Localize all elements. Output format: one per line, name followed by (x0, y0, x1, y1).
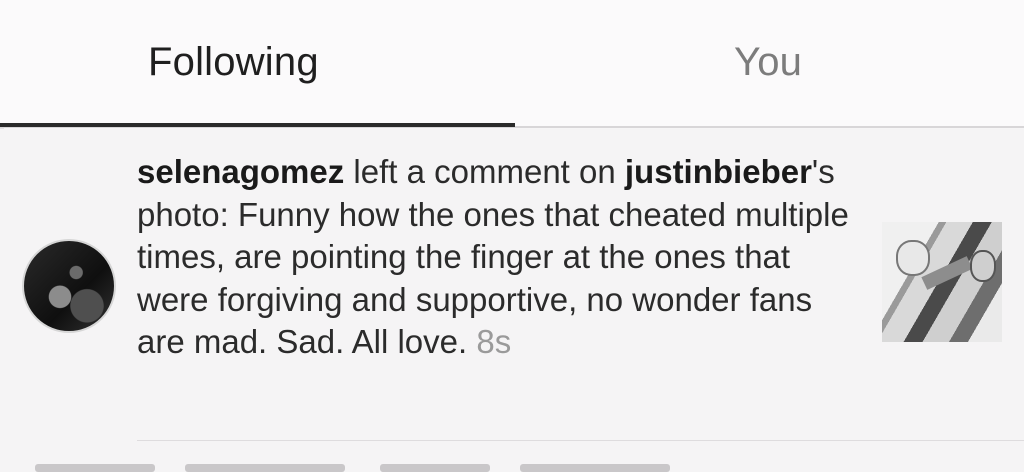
notification-text: selenagomez left a comment on justinbieb… (137, 151, 857, 364)
partial-text-1 (35, 464, 155, 472)
tab-following[interactable]: Following (148, 40, 319, 85)
partial-text-2 (185, 464, 345, 472)
profile-avatar[interactable] (22, 239, 116, 333)
action-text: left a comment on (344, 153, 625, 190)
thumbnail-figure-1 (896, 240, 930, 276)
activity-tabs: Following You (0, 0, 1024, 128)
active-tab-indicator (0, 123, 515, 127)
thumbnail-figure-2 (970, 250, 996, 282)
partial-text-4 (520, 464, 670, 472)
target-user-link[interactable]: justinbieber (625, 153, 812, 190)
photo-thumbnail[interactable] (882, 222, 1002, 342)
tab-you[interactable]: You (734, 40, 802, 85)
next-row-partial (0, 460, 1024, 472)
timestamp: 8s (476, 323, 512, 360)
row-divider (137, 440, 1024, 441)
username-link[interactable]: selenagomez (137, 153, 344, 190)
partial-text-3 (380, 464, 490, 472)
